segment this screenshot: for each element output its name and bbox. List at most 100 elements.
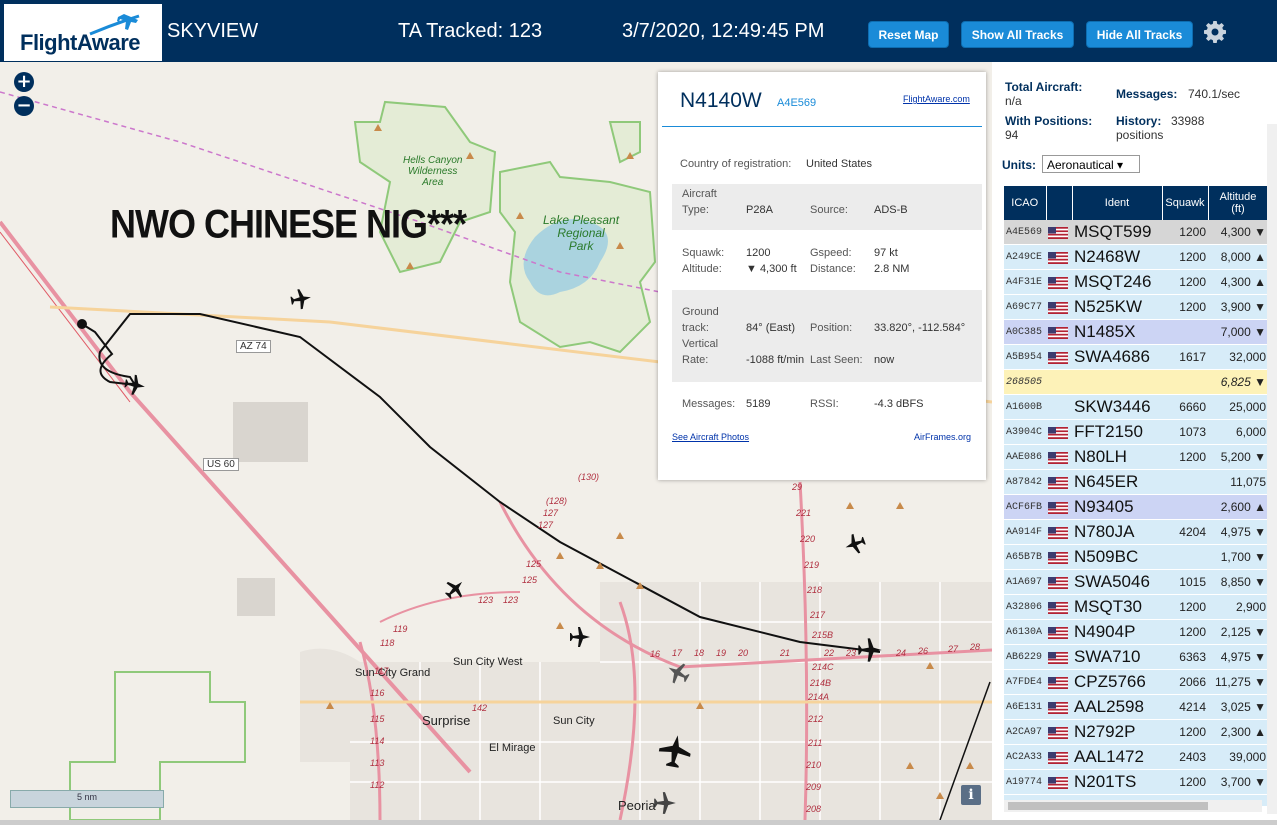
table-row[interactable]: A19774 N201TS 1200 3,700 ▼ xyxy=(1004,769,1268,795)
table-row[interactable]: AB6229 SWA710 6363 4,975 ▼ xyxy=(1004,644,1268,670)
row-flag xyxy=(1046,744,1072,770)
horizontal-scrollbar[interactable] xyxy=(1004,800,1262,812)
aircraft-icon[interactable] xyxy=(856,636,884,664)
table-row[interactable]: A2CA97 N2792P 1200 2,300 ▲ xyxy=(1004,719,1268,745)
label-hells-canyon: Hells Canyon Wilderness Area xyxy=(403,155,463,188)
table-row[interactable]: A87842 N645ER 11,075 xyxy=(1004,469,1268,495)
gear-icon[interactable] xyxy=(1203,20,1227,44)
table-row[interactable]: A1A697 SWA5046 1015 8,850 ▼ xyxy=(1004,569,1268,595)
hide-all-tracks-button[interactable]: Hide All Tracks xyxy=(1086,21,1193,48)
us-flag-icon xyxy=(1048,226,1068,239)
row-icao: A2CA97 xyxy=(1004,719,1046,745)
row-altitude: 5,200 ▼ xyxy=(1208,444,1268,470)
table-row[interactable]: A5B954 SWA4686 1617 32,000 xyxy=(1004,344,1268,370)
col-squawk[interactable]: Squawk xyxy=(1162,186,1209,220)
row-squawk: 1200 xyxy=(1162,719,1208,745)
rssi-value: -4.3 dBFS xyxy=(874,398,924,410)
show-all-tracks-button[interactable]: Show All Tracks xyxy=(961,21,1074,48)
row-flag xyxy=(1046,494,1072,520)
us-flag-icon xyxy=(1048,251,1068,264)
table-row[interactable]: A1600B SKW3446 6660 25,000 xyxy=(1004,394,1268,420)
row-squawk: 6660 xyxy=(1162,394,1208,420)
row-ident: FFT2150 xyxy=(1072,419,1162,445)
col-flag[interactable] xyxy=(1046,186,1073,220)
route-label: 16 xyxy=(650,649,661,659)
table-row[interactable]: A4F31E MSQT246 1200 4,300 ▲ xyxy=(1004,269,1268,295)
aircraft-icon[interactable] xyxy=(290,288,312,310)
gspeed-value: 97 kt xyxy=(874,247,898,259)
row-icao: A32806 xyxy=(1004,594,1046,620)
us-flag-icon xyxy=(1048,426,1068,439)
units-select[interactable]: Aeronautical ▾ xyxy=(1042,155,1140,173)
aircraft-icon[interactable] xyxy=(843,532,867,556)
row-flag xyxy=(1046,719,1072,745)
route-label: 123 xyxy=(478,595,494,605)
table-row[interactable]: A3904C FFT2150 1073 6,000 xyxy=(1004,419,1268,445)
route-label: 28 xyxy=(970,642,981,652)
row-flag xyxy=(1046,419,1072,445)
route-label: 142 xyxy=(472,703,488,713)
table-row[interactable]: A4E569 MSQT599 1200 4,300 ▼ xyxy=(1004,220,1268,245)
distance-label: Distance: xyxy=(810,263,856,275)
aircraft-icon[interactable] xyxy=(569,626,591,648)
col-altitude[interactable]: Altitude (ft) xyxy=(1208,186,1268,220)
aircraft-icon[interactable] xyxy=(444,578,466,600)
row-squawk: 1200 xyxy=(1162,769,1208,795)
zoom-in-button[interactable]: + xyxy=(14,72,34,92)
us-flag-icon xyxy=(1048,276,1068,289)
row-icao: A69C77 xyxy=(1004,294,1046,320)
row-icao: A1A697 xyxy=(1004,569,1046,595)
table-row[interactable]: AC2A33 AAL1472 2403 39,000 xyxy=(1004,744,1268,770)
info-icon[interactable]: i xyxy=(961,785,981,805)
table-row[interactable]: AA914F N780JA 4204 4,975 ▼ xyxy=(1004,519,1268,545)
route-label: 27 xyxy=(948,644,959,654)
row-icao: A65B7B xyxy=(1004,544,1046,570)
table-scrollbar[interactable] xyxy=(1267,124,1277,814)
row-icao: A87842 xyxy=(1004,469,1046,495)
route-label: 125 xyxy=(526,559,542,569)
row-ident xyxy=(1072,369,1162,395)
table-row[interactable]: A32806 MSQT30 1200 2,900 xyxy=(1004,594,1268,620)
table-row[interactable]: 268505 6,825 ▼ xyxy=(1004,369,1268,395)
route-label: 117 xyxy=(374,666,389,676)
row-ident: N93405 xyxy=(1072,494,1162,520)
flightaware-link[interactable]: FlightAware.com xyxy=(903,94,970,104)
row-squawk: 1200 xyxy=(1162,444,1208,470)
zoom-out-button[interactable]: − xyxy=(14,96,34,116)
route-label: 23 xyxy=(846,648,857,658)
col-ident[interactable]: Ident xyxy=(1072,186,1163,220)
table-row[interactable]: A6130A N4904P 1200 2,125 ▼ xyxy=(1004,619,1268,645)
label-el-mirage: El Mirage xyxy=(489,742,536,754)
table-row[interactable]: AAE086 N80LH 1200 5,200 ▼ xyxy=(1004,444,1268,470)
row-ident: N525KW xyxy=(1072,294,1162,320)
row-icao: A0C385 xyxy=(1004,319,1046,345)
airframes-link[interactable]: AirFrames.org xyxy=(914,429,971,445)
row-ident: N780JA xyxy=(1072,519,1162,545)
popup-registration: N4140W xyxy=(680,89,762,112)
table-row[interactable]: A6E131 AAL2598 4214 3,025 ▼ xyxy=(1004,694,1268,720)
route-label: 20 xyxy=(738,648,749,658)
route-label: 21 xyxy=(780,648,791,658)
altitude-value: ▼ 4,300 ft xyxy=(746,263,797,275)
flightaware-logo[interactable]: FlightAware xyxy=(4,4,162,61)
reset-map-button[interactable]: Reset Map xyxy=(868,21,949,48)
rssi-label: RSSI: xyxy=(810,398,839,410)
row-ident: AAL1472 xyxy=(1072,744,1162,770)
table-row[interactable]: A65B7B N509BC 1,700 ▼ xyxy=(1004,544,1268,570)
aircraft-icon[interactable] xyxy=(656,732,694,770)
row-icao: AAE086 xyxy=(1004,444,1046,470)
table-row[interactable]: A69C77 N525KW 1200 3,900 ▼ xyxy=(1004,294,1268,320)
last-seen-value: now xyxy=(874,354,895,366)
aircraft-photos-link[interactable]: See Aircraft Photos xyxy=(672,429,749,445)
col-icao[interactable]: ICAO xyxy=(1004,186,1047,220)
route-label: 22 xyxy=(824,648,835,658)
selected-aircraft-icon[interactable] xyxy=(124,374,146,396)
table-row[interactable]: A0C385 N1485X 7,000 ▼ xyxy=(1004,319,1268,345)
us-flag-icon xyxy=(1048,501,1068,514)
row-ident: N2468W xyxy=(1072,244,1162,270)
table-row[interactable]: ACF6FB N93405 2,600 ▲ xyxy=(1004,494,1268,520)
aircraft-icon[interactable] xyxy=(665,660,691,686)
table-row[interactable]: A7FDE4 CPZ5766 2066 11,275 ▼ xyxy=(1004,669,1268,695)
row-ident: MSQT30 xyxy=(1072,594,1162,620)
table-row[interactable]: A249CE N2468W 1200 8,000 ▲ xyxy=(1004,244,1268,270)
